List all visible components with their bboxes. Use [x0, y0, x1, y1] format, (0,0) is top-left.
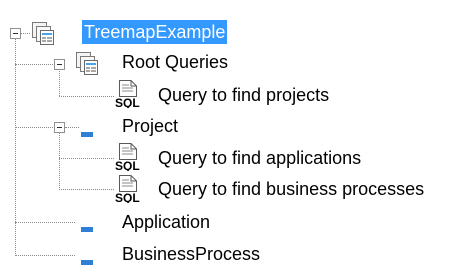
tree-node-label[interactable]: Query to find business processes: [156, 177, 426, 201]
tree-node-label[interactable]: Query to find projects: [156, 83, 331, 107]
tree-node-label[interactable]: Application: [120, 210, 212, 234]
tree-connector: [15, 127, 55, 128]
tree-connector: [59, 132, 60, 190]
sql-query-icon: SQL: [114, 80, 144, 113]
folder-stack-icon: [74, 50, 100, 81]
tree-connector: [15, 64, 55, 65]
svg-text:SQL: SQL: [115, 191, 140, 203]
folder-stack-icon: [30, 20, 56, 51]
svg-text:SQL: SQL: [115, 96, 140, 108]
collapse-toggle[interactable]: [54, 122, 65, 133]
tree-connector: [59, 69, 60, 96]
entity-dash-icon: [80, 218, 94, 239]
tree-connector: [15, 255, 75, 256]
collapse-toggle[interactable]: [54, 59, 65, 70]
tree-connector: [59, 189, 114, 190]
tree-connector: [15, 222, 75, 223]
svg-text:SQL: SQL: [115, 159, 140, 171]
tree-connector: [59, 96, 114, 97]
tree-connector: [59, 158, 114, 159]
sql-query-icon: SQL: [114, 175, 144, 208]
collapse-toggle[interactable]: [10, 28, 21, 39]
tree-connector: [21, 33, 30, 34]
tree-connector: [65, 127, 79, 128]
tree-node-label[interactable]: Root Queries: [120, 50, 230, 74]
tree-node-label[interactable]: Project: [120, 114, 180, 138]
entity-dash-icon: [80, 123, 94, 144]
tree-connector: [15, 38, 16, 256]
sql-query-icon: SQL: [114, 143, 144, 176]
tree-node-label[interactable]: BusinessProcess: [120, 242, 262, 266]
tree-view[interactable]: TreemapExample Root Queries SQL Query to…: [0, 0, 467, 269]
tree-node-label[interactable]: TreemapExample: [82, 20, 228, 44]
tree-node-label[interactable]: Query to find applications: [156, 146, 363, 170]
